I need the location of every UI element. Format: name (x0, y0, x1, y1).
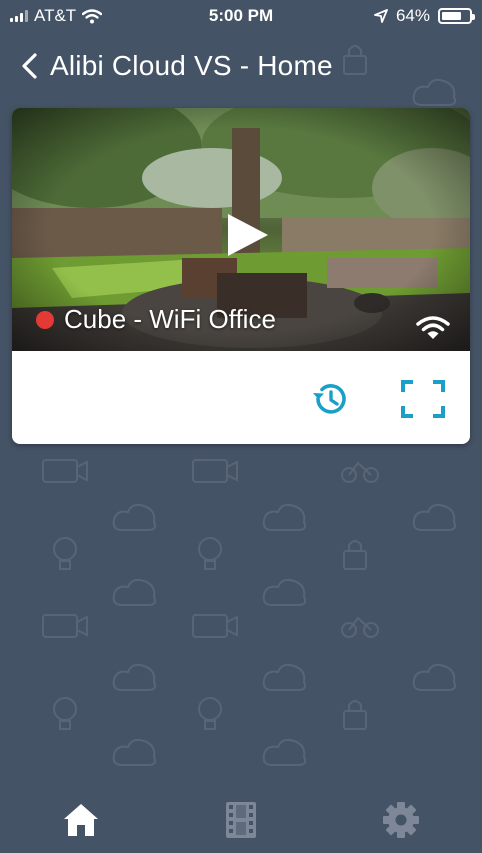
camera-label: Cube - WiFi Office (36, 304, 276, 335)
bike-pattern-icon (341, 461, 379, 483)
cloud-pattern-icon (412, 503, 457, 531)
camera-preview[interactable]: Cube - WiFi Office (12, 108, 470, 351)
cloud-pattern-icon (112, 663, 157, 691)
home-icon (64, 804, 98, 836)
cloud-pattern-icon (262, 503, 307, 531)
cloud-pattern-icon (112, 503, 157, 531)
page-title: Alibi Cloud VS - Home (50, 50, 333, 81)
fullscreen-icon[interactable] (400, 379, 446, 419)
chevron-left-icon[interactable] (20, 52, 38, 80)
bike-pattern-icon (341, 616, 379, 638)
cloud-pattern-icon (412, 663, 457, 691)
camera-pattern-icon (192, 614, 238, 638)
bottom-nav (0, 790, 482, 853)
play-icon[interactable] (222, 211, 272, 259)
nav-home[interactable] (57, 796, 105, 844)
status-right: 64% (374, 6, 475, 26)
status-dot (36, 310, 54, 329)
wifi-icon (416, 316, 450, 339)
lock-pattern-icon (343, 540, 367, 570)
header: Alibi Cloud VS - Home (20, 46, 333, 86)
lock-pattern-icon (343, 700, 367, 730)
bulb-pattern-icon (53, 537, 77, 570)
camera-pattern-icon (192, 459, 238, 483)
status-bar: AT&T 5:00 PM 64% (0, 0, 482, 34)
card-actions (12, 351, 470, 444)
bulb-pattern-icon (53, 697, 77, 730)
battery-icon (438, 8, 475, 24)
cloud-pattern-icon (112, 738, 157, 766)
film-icon (226, 802, 256, 838)
camera-name: Cube - WiFi Office (64, 304, 276, 334)
bulb-pattern-icon (198, 697, 222, 730)
cloud-pattern-icon (412, 78, 457, 106)
history-icon[interactable] (310, 379, 350, 419)
nav-settings[interactable] (377, 796, 425, 844)
camera-pattern-icon (42, 614, 88, 638)
camera-card: Cube - WiFi Office (12, 108, 470, 444)
location-icon (374, 9, 388, 23)
cloud-pattern-icon (262, 738, 307, 766)
nav-clips[interactable] (217, 796, 265, 844)
camera-pattern-icon (42, 459, 88, 483)
cloud-pattern-icon (262, 663, 307, 691)
battery-percent: 64% (395, 6, 430, 25)
cloud-pattern-icon (112, 578, 157, 606)
gear-icon (383, 802, 419, 838)
bulb-pattern-icon (198, 537, 222, 570)
cloud-pattern-icon (262, 578, 307, 606)
lock-pattern-icon (343, 45, 367, 75)
